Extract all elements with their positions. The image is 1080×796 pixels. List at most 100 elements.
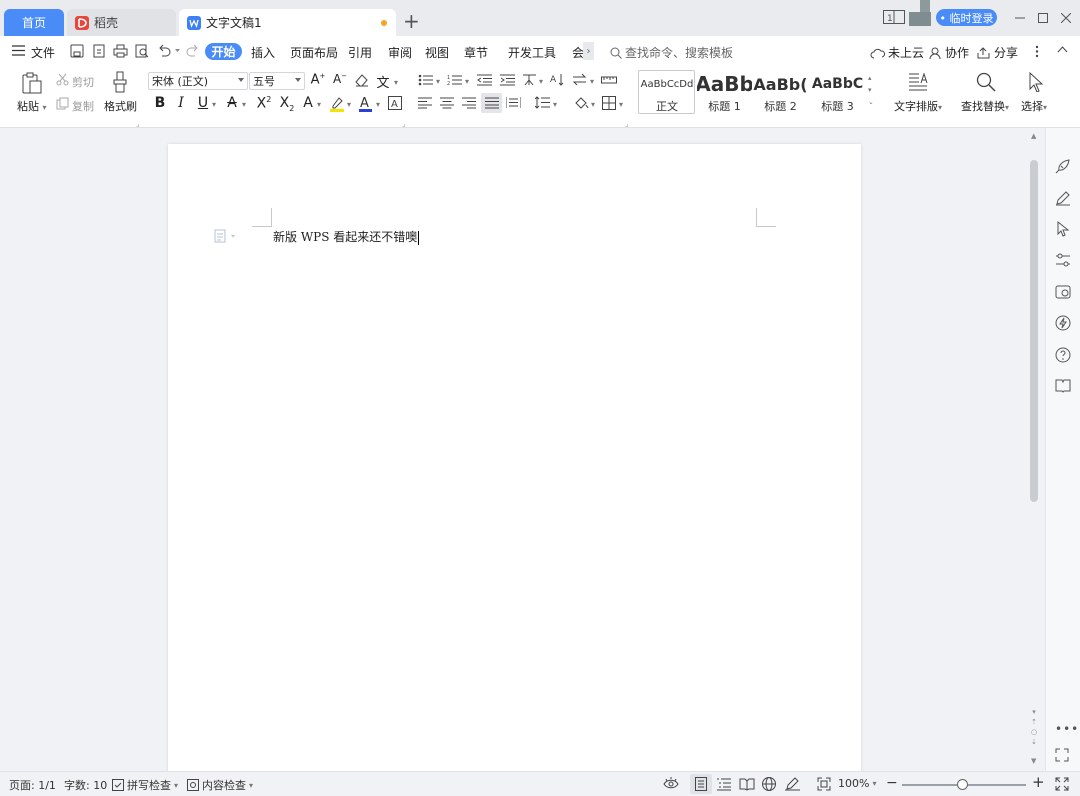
save-icon[interactable] [70,44,84,58]
zoom-slider-knob[interactable] [956,779,968,790]
web-view-icon[interactable] [762,777,776,791]
increase-indent-icon[interactable] [500,74,515,86]
text-effect-button[interactable]: A [299,95,317,111]
adjust-sliders-icon[interactable] [1055,252,1071,268]
font-name-select[interactable]: 宋体 (正文) [148,72,248,90]
highlight-icon[interactable] [329,96,345,112]
subscript-button[interactable]: X2 [276,95,298,113]
find-replace-button[interactable]: 查找替换▾ [961,98,1009,114]
eye-protection-icon[interactable] [663,777,679,791]
export-pdf-icon[interactable] [92,44,106,58]
help-icon[interactable] [1055,347,1071,363]
share-button[interactable]: 分享 [977,44,1018,61]
font-color-icon[interactable]: A [358,95,373,112]
phonetic-dropdown-icon[interactable]: ▾ [394,78,398,87]
print-preview-icon[interactable] [135,44,149,58]
align-right-icon[interactable] [462,97,476,109]
zoom-out-button[interactable]: − [886,776,898,790]
cursor-select-icon[interactable] [1028,72,1044,92]
scroll-down-icon[interactable]: ▼ [1031,757,1036,765]
menu-view[interactable]: 视图 [425,44,449,61]
collapse-ribbon-icon[interactable] [1057,45,1068,53]
bullet-dropdown-icon[interactable]: ▾ [436,77,440,86]
spell-check-button[interactable]: 拼写检查 ▾ [112,777,178,793]
borders-icon[interactable] [602,96,616,110]
document-body-text[interactable]: 新版 WPS 看起来还不错噢 [273,229,420,245]
superscript-button[interactable]: X2 [253,95,275,112]
menu-file[interactable]: 文件 [31,44,55,61]
reading-view-icon[interactable] [739,777,755,791]
cut-button[interactable]: 剪切 [72,74,94,90]
page-view-icon[interactable] [690,774,712,794]
shading-dropdown-icon[interactable]: ▾ [591,100,595,109]
style-heading-1[interactable]: AaBb 标题 1 [697,70,752,114]
maximize-button[interactable] [1033,8,1053,28]
distributed-align-icon[interactable] [506,96,521,109]
menu-references[interactable]: 引用 [348,44,372,61]
menu-insert[interactable]: 插入 [251,44,275,61]
chinese-layout-icon[interactable] [522,73,537,86]
outline-view-icon[interactable] [717,777,731,791]
text-layout-icon[interactable] [908,72,928,92]
bold-button[interactable]: B [151,95,169,111]
copy-icon[interactable] [56,97,69,110]
text-effect-dropdown-icon[interactable]: ▾ [317,100,321,109]
strikethrough-dropdown-icon[interactable]: ▾ [242,100,246,109]
numbered-list-icon[interactable]: 12 [447,74,463,86]
menu-chapter[interactable]: 章节 [464,44,488,61]
bullet-list-icon[interactable] [418,74,434,86]
zoom-select[interactable]: 100% ▾ [838,777,876,790]
tab-daoke[interactable]: 稻壳 [67,9,176,36]
menu-page-layout[interactable]: 页面布局 [290,44,338,61]
underline-dropdown-icon[interactable]: ▾ [212,100,216,109]
grow-font-icon[interactable]: A+ [309,72,327,87]
print-icon[interactable] [113,44,128,58]
scroll-page-nav-icon[interactable]: ▾ ⇡ ○ ⇣ [1031,707,1037,747]
borders-dropdown-icon[interactable]: ▾ [619,100,623,109]
ruler-icon[interactable] [601,74,617,86]
book-icon[interactable] [1055,378,1071,394]
redo-icon[interactable] [186,44,200,58]
close-button[interactable] [1056,8,1076,28]
rocket-icon[interactable] [1055,158,1071,174]
style-normal[interactable]: AaBbCcDd 正文 [639,70,695,114]
tab-home[interactable]: 首页 [4,9,64,36]
fit-page-icon[interactable] [817,777,831,791]
word-count[interactable]: 字数: 10 [64,777,107,793]
shading-icon[interactable] [574,96,589,109]
vertical-scrollbar[interactable]: ▲ ▾ ⇡ ○ ⇣ ▼ [1027,128,1041,771]
document-page[interactable] [168,144,861,796]
pen-edit-icon[interactable] [1055,190,1071,206]
temp-login-button[interactable]: • 临时登录 [936,9,997,26]
tab-document[interactable]: 文字文稿1 [179,9,396,36]
window-layout-icon[interactable]: 1 [883,10,905,24]
undo-dropdown-icon[interactable] [175,49,180,53]
style-heading-2[interactable]: AaBb( 标题 2 [753,70,808,114]
style-heading-3[interactable]: AaBbC 标题 3 [810,70,865,114]
pointer-icon[interactable] [1055,221,1071,237]
format-painter-button[interactable]: 格式刷 [104,98,137,114]
menu-developer[interactable]: 开发工具 [508,44,556,61]
menu-start[interactable]: 开始 [205,43,242,60]
menu-scroll-right-icon[interactable]: › [583,42,594,60]
styles-scroll-icon[interactable]: ▴ ▾ ⌄ [868,72,874,108]
fullscreen-icon[interactable] [1055,777,1069,791]
page-indicator[interactable]: 页面: 1/1 [9,777,56,793]
decrease-indent-icon[interactable] [477,74,492,86]
numbered-dropdown-icon[interactable]: ▾ [465,77,469,86]
align-center-icon[interactable] [440,97,454,109]
font-color-dropdown-icon[interactable]: ▾ [376,100,380,109]
image-tools-icon[interactable] [1055,284,1071,300]
paste-button[interactable]: 粘贴 ▾ [17,98,47,114]
character-border-icon[interactable]: A [388,96,402,110]
shrink-font-icon[interactable]: A− [331,72,349,86]
paste-icon[interactable] [22,72,42,94]
zoom-in-button[interactable]: + [1032,774,1045,791]
content-check-button[interactable]: 内容检查 ▾ [187,777,253,793]
paragraph-handle-icon[interactable] [214,229,236,243]
align-justify-icon[interactable] [481,93,502,113]
sort-icon[interactable]: A [550,73,565,86]
copy-button[interactable]: 复制 [72,98,94,114]
expand-panel-icon[interactable] [1055,748,1069,762]
line-spacing-icon[interactable] [535,96,550,109]
